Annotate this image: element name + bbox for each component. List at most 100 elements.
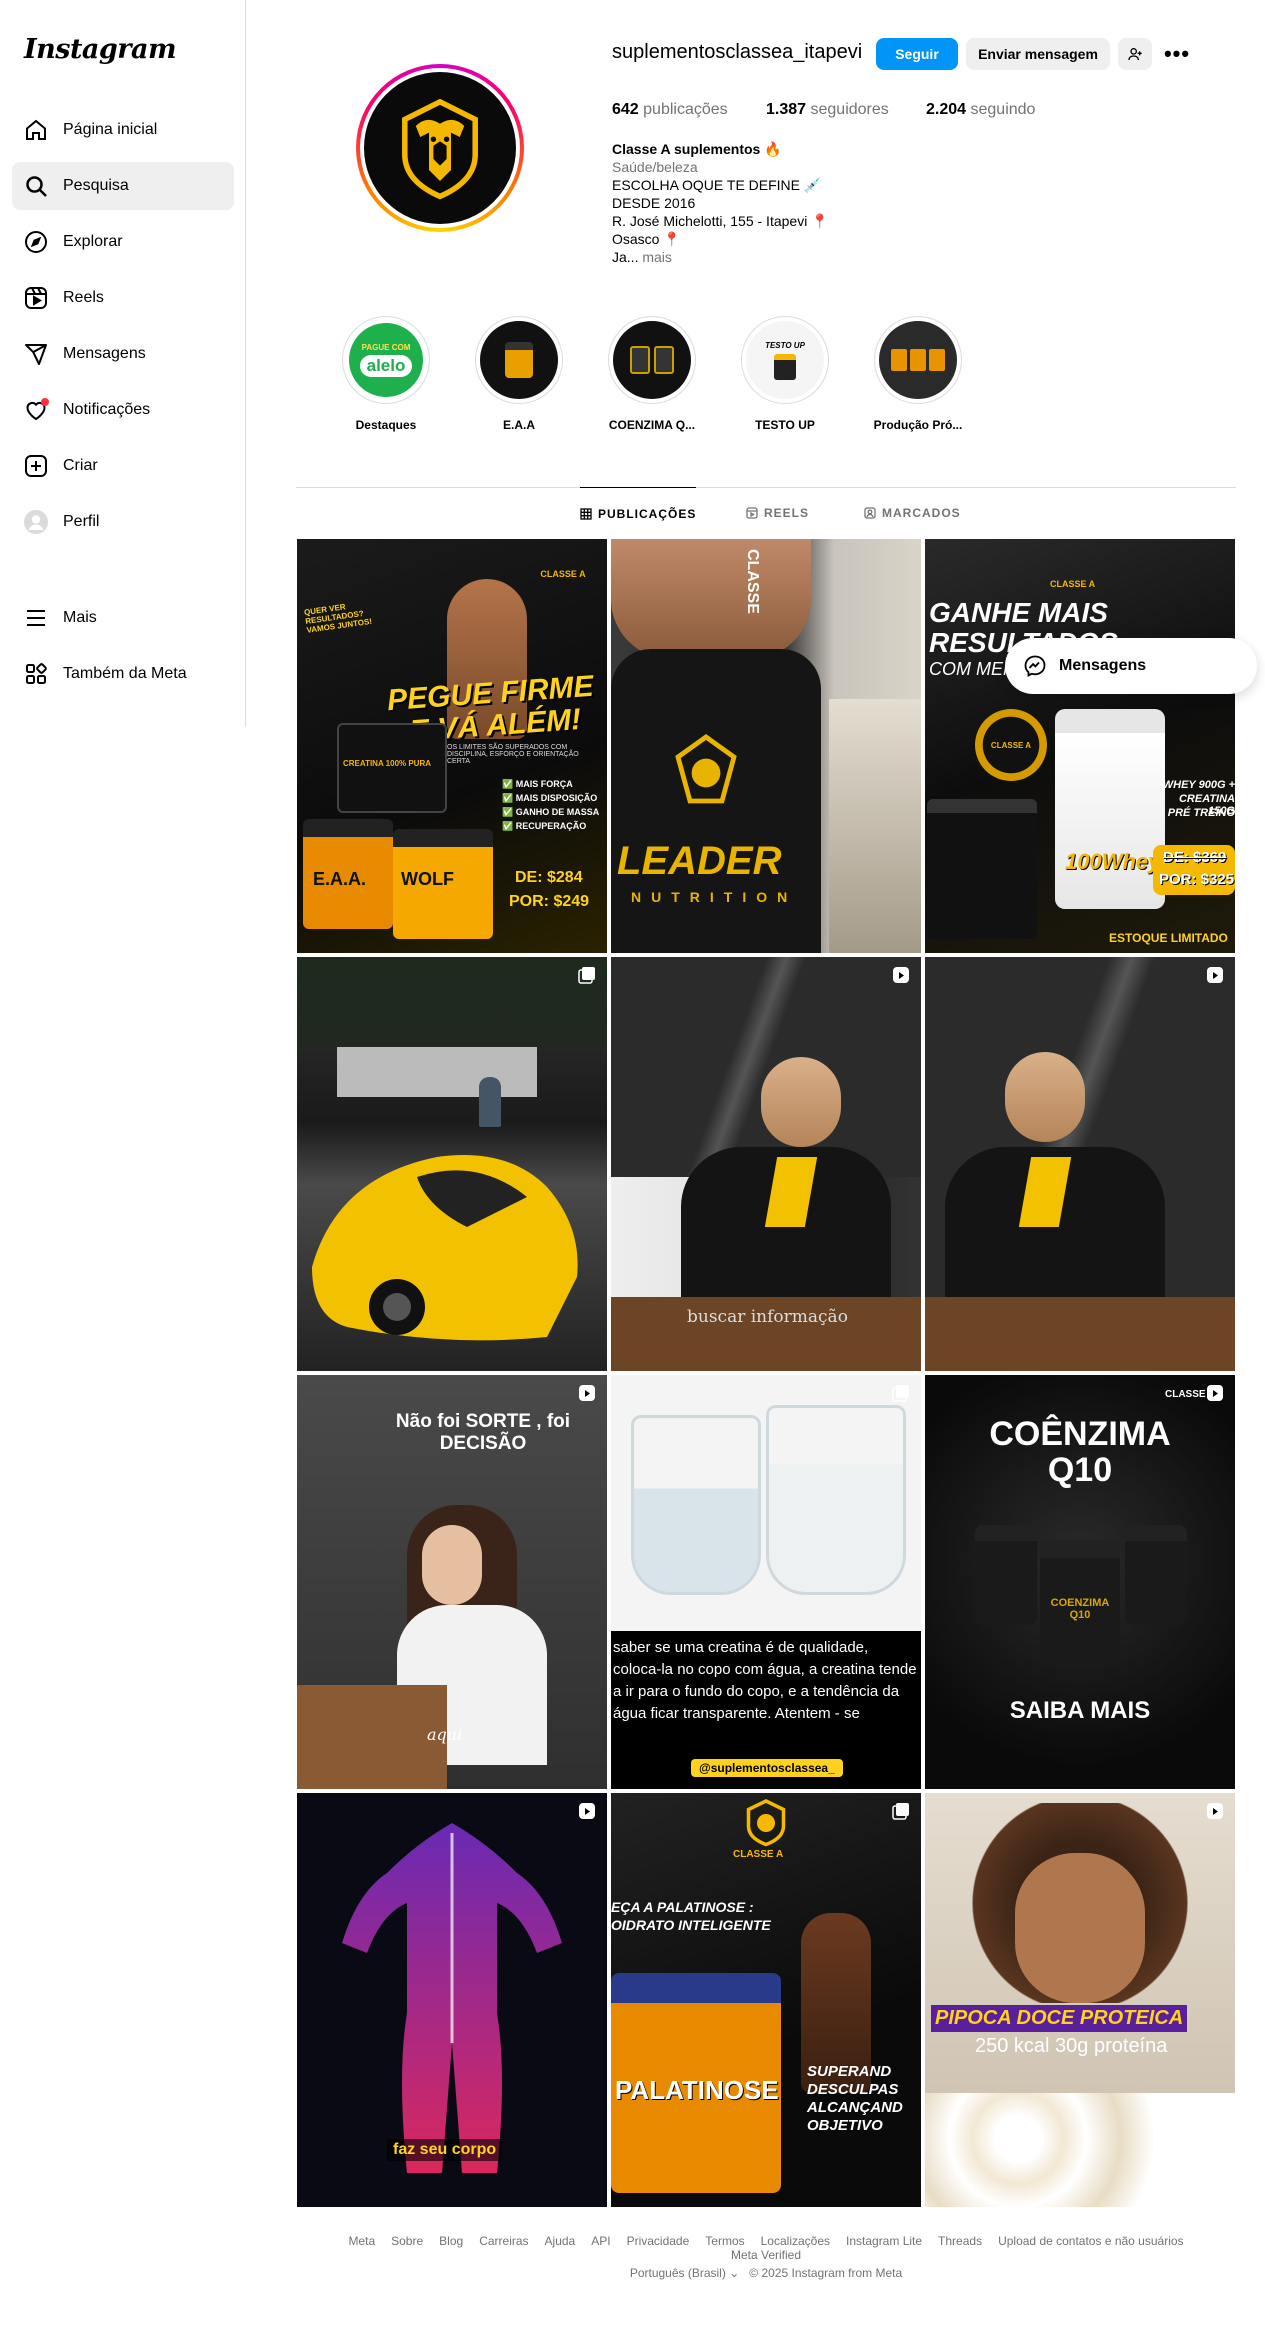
footer-meta: Português (Brasil) ⌄ © 2025 Instagram fr… [306, 2266, 1226, 2280]
language-selector[interactable]: Português (Brasil) [630, 2266, 726, 2280]
reel-badge-icon [1207, 1385, 1223, 1401]
reel-badge-icon [1207, 967, 1223, 983]
post-tile[interactable]: CLASSE COÊNZIMA Q10 COENZIMA Q10 SAIBA M… [925, 1375, 1235, 1789]
heart-icon [24, 398, 49, 422]
post-tile[interactable] [925, 957, 1235, 1371]
compass-icon [24, 230, 48, 254]
footer-link[interactable]: Meta Verified [731, 2248, 801, 2262]
post-tile[interactable]: LEADER NUTRITION CLASSE [611, 539, 921, 953]
sidebar-item-more[interactable]: Mais [12, 594, 234, 642]
reel-badge-icon [579, 1385, 595, 1401]
footer-link[interactable]: Upload de contatos e não usuários [998, 2234, 1183, 2248]
sidebar-item-reels[interactable]: Reels [12, 274, 234, 322]
highlight-item[interactable]: E.A.A [469, 316, 569, 432]
highlight-label: COENZIMA Q... [608, 418, 696, 432]
sidebar-item-search[interactable]: Pesquisa [12, 162, 234, 210]
sidebar-item-create[interactable]: Criar [12, 442, 234, 490]
post-tile[interactable]: QUER VER RESULTADOS? VAMOS JUNTOS! CLASS… [297, 539, 607, 953]
bio-line: Osasco 📍 [612, 231, 681, 247]
post-tile[interactable]: faz seu corpo [297, 1793, 607, 2207]
messages-floating-button[interactable]: Mensagens [1005, 638, 1257, 694]
suggest-user-button[interactable] [1118, 38, 1152, 70]
reels-icon [24, 286, 48, 310]
copyright: © 2025 Instagram from Meta [749, 2266, 903, 2280]
highlight-item[interactable]: Produção Pró... [868, 316, 968, 432]
highlight-label: TESTO UP [755, 418, 815, 432]
send-message-button[interactable]: Enviar mensagem [966, 38, 1110, 70]
highlight-cover [879, 321, 957, 399]
sidebar-item-home[interactable]: Página inicial [12, 106, 234, 154]
tab-tagged[interactable]: MARCADOS [864, 487, 961, 539]
post-tile[interactable]: buscar informação [611, 957, 921, 1371]
apps-icon [24, 662, 48, 686]
sidebar-item-label: Criar [63, 457, 98, 474]
footer-link[interactable]: Ajuda [545, 2234, 576, 2248]
footer-link[interactable]: Threads [938, 2234, 982, 2248]
footer-link[interactable]: Sobre [391, 2234, 423, 2248]
tab-posts[interactable]: PUBLICAÇÕES [580, 487, 697, 539]
post-tile[interactable]: saber se uma creatina é de qualidade, co… [611, 1375, 921, 1789]
sidebar-item-explore[interactable]: Explorar [12, 218, 234, 266]
post-tile[interactable]: PIPOCA DOCE PROTEICA 250 kcal 30g proteí… [925, 1793, 1235, 2207]
instagram-logo[interactable]: Instagram [24, 34, 177, 65]
brand-logo-image [364, 72, 516, 224]
reel-badge-icon [1207, 1803, 1223, 1819]
sidebar-item-profile[interactable]: Perfil [12, 498, 234, 546]
sidebar-item-label: Notificações [63, 401, 151, 418]
options-button[interactable]: ••• [1160, 38, 1194, 70]
footer-link[interactable]: Instagram Lite [846, 2234, 922, 2248]
sidebar-item-label: Perfil [63, 513, 100, 530]
profile-main: suplementosclassea_itapevi Seguir Enviar… [246, 0, 1265, 2327]
lion-logo-icon [675, 734, 737, 804]
highlight-item[interactable]: COENZIMA Q... [602, 316, 702, 432]
bio-more-link[interactable]: mais [642, 249, 672, 265]
reels-icon [746, 507, 758, 519]
footer-link[interactable]: Termos [705, 2234, 744, 2248]
messenger-icon [1024, 655, 1046, 678]
carousel-icon [892, 1385, 909, 1402]
profile-avatar[interactable] [356, 64, 524, 232]
add-user-icon [1128, 48, 1142, 61]
post-tile[interactable]: Não foi SORTE , foi DECISÃO aqui [297, 1375, 607, 1789]
post-tile[interactable]: CLASSE A GANHE MAIS RESULTADOS COM MENOS… [925, 539, 1235, 953]
sidebar-item-label: Também da Meta [63, 665, 187, 682]
following-stat[interactable]: 2.204 seguindo [926, 101, 1035, 119]
sidebar-item-notifications[interactable]: Notificações [12, 386, 234, 434]
sidebar-item-meta[interactable]: Também da Meta [12, 650, 234, 698]
highlight-cover: PAGUE COM alelo [347, 321, 425, 399]
highlight-cover: TESTO UP [746, 321, 824, 399]
search-icon [24, 174, 48, 198]
highlight-item[interactable]: TESTO UP TESTO UP [735, 316, 835, 432]
followers-stat[interactable]: 1.387 seguidores [766, 101, 889, 119]
post-tile[interactable] [297, 957, 607, 1371]
avatar-icon [24, 510, 48, 534]
follow-button[interactable]: Seguir [876, 38, 958, 70]
bio-name: Classe A suplementos 🔥 [612, 141, 782, 157]
footer-link[interactable]: Localizações [761, 2234, 830, 2248]
footer-link[interactable]: Blog [439, 2234, 463, 2248]
chevron-down-icon: ⌄ [729, 2266, 740, 2280]
grid-icon [580, 507, 592, 520]
footer-link[interactable]: Privacidade [627, 2234, 690, 2248]
reel-badge-icon [579, 1803, 595, 1819]
footer-link[interactable]: Meta [348, 2234, 375, 2248]
home-icon [24, 118, 48, 142]
profile-username: suplementosclassea_itapevi [612, 41, 863, 63]
sidebar-item-messages[interactable]: Mensagens [12, 330, 234, 378]
tab-reels[interactable]: REELS [746, 487, 809, 539]
highlight-item[interactable]: PAGUE COM alelo Destaques [336, 316, 436, 432]
sidebar-item-label: Mensagens [63, 345, 146, 362]
footer-link[interactable]: Carreiras [479, 2234, 528, 2248]
menu-icon [24, 606, 48, 630]
highlight-cover [480, 321, 558, 399]
post-tile[interactable]: CLASSE A EÇA A PALATINOSE : OIDRATO INTE… [611, 1793, 921, 2207]
highlight-cover [613, 321, 691, 399]
bio-line: DESDE 2016 [612, 195, 696, 211]
reel-badge-icon [893, 967, 909, 983]
bio-line: ESCOLHA OQUE TE DEFINE 💉 [612, 177, 822, 193]
bio-line: Ja... mais [612, 249, 672, 265]
yellow-sports-car [312, 1155, 578, 1341]
brand-crest-icon [746, 1799, 786, 1847]
footer-link[interactable]: API [591, 2234, 610, 2248]
sidebar-item-label: Reels [63, 289, 104, 306]
